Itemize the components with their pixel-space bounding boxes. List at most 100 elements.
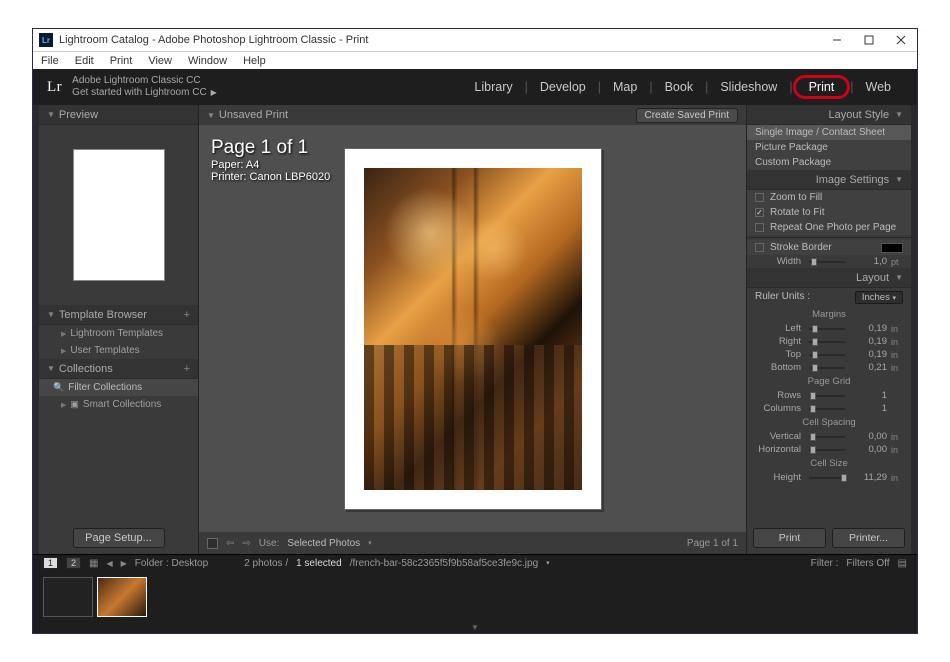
layout-label: Layout xyxy=(856,272,889,284)
checkbox-icon[interactable] xyxy=(755,223,764,232)
paper-sheet xyxy=(344,148,602,510)
user-templates-item[interactable]: ▶User Templates xyxy=(39,342,198,359)
create-saved-print-button[interactable]: Create Saved Print xyxy=(636,108,739,123)
use-checkbox[interactable] xyxy=(207,538,218,549)
image-settings-label: Image Settings xyxy=(816,174,889,186)
tagline[interactable]: Get started with Lightroom CC xyxy=(72,87,207,99)
nav-fwd-icon[interactable]: ▶ xyxy=(121,559,127,568)
grid-slider[interactable]: Rows1 xyxy=(747,389,911,402)
collections-header[interactable]: ▼ Collections + xyxy=(39,359,198,379)
preview-header[interactable]: ▼ Preview xyxy=(39,105,198,125)
thumbnail-selected[interactable] xyxy=(97,577,147,617)
filter-label: Filter : xyxy=(811,558,839,569)
folder-label[interactable]: Folder : Desktop xyxy=(135,558,208,569)
cell-size-label: Cell Size xyxy=(747,456,911,471)
layout-style-header[interactable]: Layout Style ▼ xyxy=(747,105,911,125)
filter-value[interactable]: Filters Off xyxy=(846,558,889,569)
filmstrip-collapse-handle[interactable]: ▼ xyxy=(33,623,917,633)
menu-help[interactable]: Help xyxy=(235,55,274,67)
photo-preview[interactable] xyxy=(364,168,582,490)
add-collection-icon[interactable]: + xyxy=(184,363,190,375)
style-picture-package[interactable]: Picture Package xyxy=(747,140,911,155)
ruler-units-row: Ruler Units : Inches ▾ xyxy=(747,288,911,307)
window-title: Lightroom Catalog - Adobe Photoshop Ligh… xyxy=(59,34,368,46)
spacing-slider[interactable]: Horizontal0,00in xyxy=(747,443,911,456)
use-value[interactable]: Selected Photos xyxy=(287,538,360,549)
margin-slider[interactable]: Bottom0,21in xyxy=(747,361,911,374)
style-single-image[interactable]: Single Image / Contact Sheet xyxy=(747,125,911,140)
maximize-button[interactable] xyxy=(853,29,885,51)
menu-print[interactable]: Print xyxy=(102,55,141,67)
filename-dropdown-icon[interactable]: ▾ xyxy=(546,559,550,567)
style-custom-package[interactable]: Custom Package xyxy=(747,155,911,170)
checkbox-icon[interactable] xyxy=(755,243,764,252)
zoom-to-fill-row[interactable]: Zoom to Fill xyxy=(747,190,911,205)
next-page-icon[interactable]: ⇨ xyxy=(242,538,250,549)
minimize-button[interactable] xyxy=(821,29,853,51)
nav-back-icon[interactable]: ◀ xyxy=(106,559,112,568)
unsaved-print-label: Unsaved Print xyxy=(219,109,288,121)
menu-view[interactable]: View xyxy=(140,55,180,67)
module-book[interactable]: Book xyxy=(653,80,706,94)
cellsize-slider[interactable]: Height11,29in xyxy=(747,471,911,484)
checkbox-icon[interactable] xyxy=(755,193,764,202)
margin-slider[interactable]: Right0,19in xyxy=(747,335,911,348)
layout-style-label: Layout Style xyxy=(829,109,890,121)
monitor-2-button[interactable]: 2 xyxy=(66,557,81,569)
app-window: Lr Lightroom Catalog - Adobe Photoshop L… xyxy=(32,28,918,634)
module-map[interactable]: Map xyxy=(601,80,649,94)
filmstrip[interactable] xyxy=(33,571,917,623)
triangle-down-icon: ▼ xyxy=(47,310,55,319)
dropdown-icon[interactable]: ▾ xyxy=(368,539,372,547)
template-browser-header[interactable]: ▼ Template Browser + xyxy=(39,305,198,325)
module-develop[interactable]: Develop xyxy=(528,80,598,94)
margin-slider[interactable]: Top0,19in xyxy=(747,348,911,361)
module-print[interactable]: Print xyxy=(793,75,851,99)
module-slideshow[interactable]: Slideshow xyxy=(708,80,789,94)
color-swatch[interactable] xyxy=(881,243,903,253)
lightroom-templates-item[interactable]: ▶Lightroom Templates xyxy=(39,325,198,342)
top-bar: Lr Adobe Lightroom Classic CC Get starte… xyxy=(33,69,917,105)
thumbnail[interactable] xyxy=(43,577,93,617)
image-settings-header[interactable]: Image Settings ▼ xyxy=(747,170,911,190)
menu-file[interactable]: File xyxy=(33,55,67,67)
repeat-photo-row[interactable]: Repeat One Photo per Page xyxy=(747,220,911,235)
module-web[interactable]: Web xyxy=(854,80,903,94)
smart-collections-item[interactable]: ▶ ▣ Smart Collections xyxy=(39,396,198,413)
preview-label: Preview xyxy=(59,109,98,121)
triangle-down-icon: ▼ xyxy=(47,364,55,373)
stroke-border-row[interactable]: Stroke Border xyxy=(747,240,911,255)
right-collapse-handle[interactable] xyxy=(911,105,917,554)
ruler-units-select[interactable]: Inches ▾ xyxy=(855,291,903,304)
spacing-slider[interactable]: Vertical0,00in xyxy=(747,430,911,443)
status-bar: 1 2 ▦ ◀ ▶ Folder : Desktop 2 photos / 1 … xyxy=(33,555,917,571)
module-library[interactable]: Library xyxy=(462,80,524,94)
filter-lock-icon[interactable]: ▤ xyxy=(898,558,907,569)
add-template-icon[interactable]: + xyxy=(184,309,190,321)
checkbox-icon[interactable]: ✓ xyxy=(755,208,764,217)
close-button[interactable] xyxy=(885,29,917,51)
page-setup-button[interactable]: Page Setup... xyxy=(73,528,165,548)
printer-label: Printer: Canon LBP6020 xyxy=(211,171,330,183)
folder-icon: ▣ xyxy=(70,399,79,410)
triangle-down-icon: ▼ xyxy=(895,273,903,282)
center-stage: ▼ Unsaved Print Create Saved Print Page … xyxy=(199,105,746,554)
grid-icon[interactable]: ▦ xyxy=(89,558,98,569)
footer: 1 2 ▦ ◀ ▶ Folder : Desktop 2 photos / 1 … xyxy=(33,554,917,633)
rotate-to-fit-row[interactable]: ✓Rotate to Fit xyxy=(747,205,911,220)
stroke-width-slider[interactable]: Width1,0pt xyxy=(747,255,911,268)
margin-slider[interactable]: Left0,19in xyxy=(747,322,911,335)
printer-button[interactable]: Printer... xyxy=(832,528,905,548)
layout-header[interactable]: Layout ▼ xyxy=(747,268,911,288)
print-canvas[interactable]: Page 1 of 1 Paper: A4 Printer: Canon LBP… xyxy=(199,125,746,532)
monitor-1-button[interactable]: 1 xyxy=(43,557,58,569)
print-button[interactable]: Print xyxy=(753,528,826,548)
photo-count: 2 photos / xyxy=(244,558,288,569)
titlebar: Lr Lightroom Catalog - Adobe Photoshop L… xyxy=(33,29,917,51)
footer-page-label: Page 1 of 1 xyxy=(687,538,738,549)
menu-window[interactable]: Window xyxy=(180,55,235,67)
menu-edit[interactable]: Edit xyxy=(67,55,102,67)
filter-collections-row[interactable]: 🔍 Filter Collections xyxy=(39,379,198,396)
prev-page-icon[interactable]: ⇦ xyxy=(226,538,234,549)
grid-slider[interactable]: Columns1 xyxy=(747,402,911,415)
